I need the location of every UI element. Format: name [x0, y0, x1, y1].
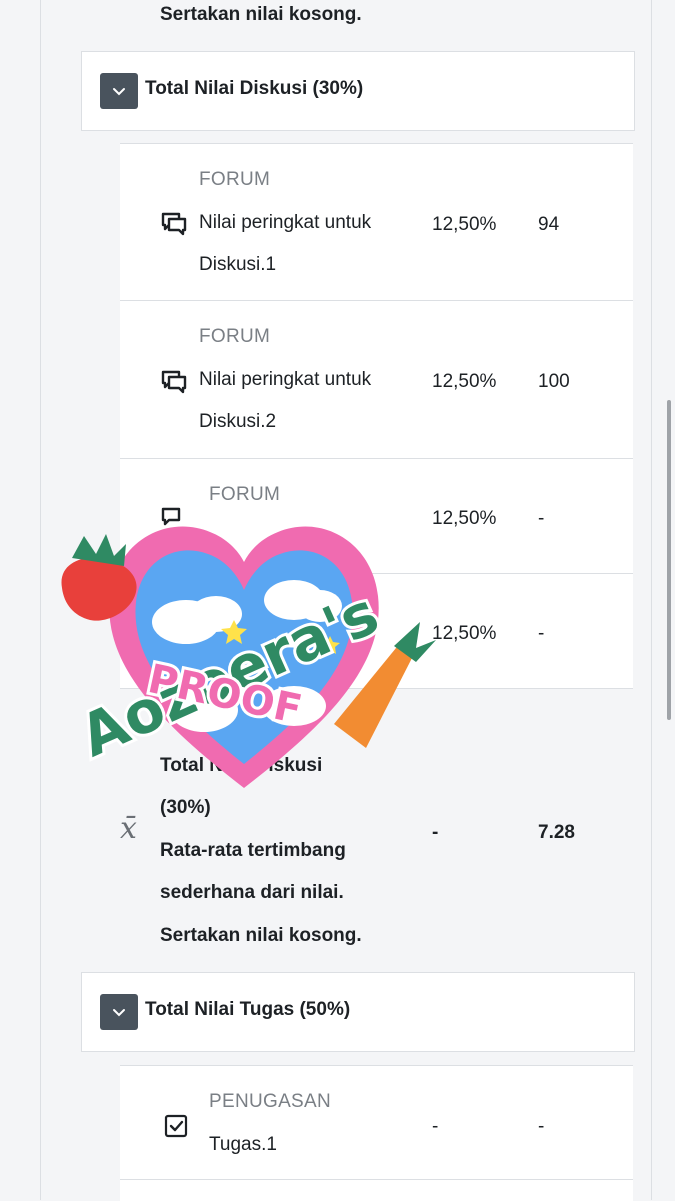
item-type: PENUGASAN: [209, 1091, 332, 1112]
item-grade: -: [538, 1116, 545, 1137]
aggregation-desc-line2: sederhana dari nilai.: [160, 882, 344, 903]
forum-icon: [161, 370, 187, 394]
proof-watermark-sticker: Aozoera's PROOF: [61, 526, 436, 788]
aggregation-desc-line1: Rata-rata tertimbang: [160, 840, 346, 861]
assignment-icon: [164, 1114, 188, 1138]
item-grade: 94: [538, 214, 560, 235]
chevron-down-icon: [113, 88, 125, 96]
chevron-down-icon: [113, 1009, 125, 1017]
item-type: FORUM: [199, 169, 271, 190]
item-name-line1[interactable]: Nilai peringkat untuk: [199, 212, 371, 234]
item-type: FORUM: [199, 326, 271, 347]
grade-item-row[interactable]: PENUGASAN Tugas.1 - -: [120, 1065, 633, 1180]
grade-item-row[interactable]: FORUM Nilai peringkat untuk Diskusi.1 12…: [120, 143, 633, 301]
collapse-toggle-button[interactable]: [100, 73, 138, 109]
grade-item-row[interactable]: [120, 1179, 633, 1201]
item-grade: -: [538, 623, 545, 644]
total-name-line2: (30%): [160, 797, 211, 818]
scrollbar-thumb[interactable]: [667, 400, 671, 720]
category-title: Total Nilai Diskusi (30%): [145, 78, 364, 99]
item-grade: 100: [538, 371, 570, 392]
collapse-toggle-button[interactable]: [100, 994, 138, 1030]
item-weight: 12,50%: [432, 214, 497, 235]
aggregation-desc-line3: Sertakan nilai kosong.: [160, 925, 362, 946]
category-title: Total Nilai Tugas (50%): [145, 999, 351, 1020]
gradebook-page: Sertakan nilai kosong. Total Nilai Disku…: [0, 0, 675, 1201]
item-name-line2[interactable]: Diskusi.2: [199, 411, 276, 433]
total-grade: 7.28: [538, 822, 575, 843]
previous-aggregate-note: Sertakan nilai kosong.: [160, 4, 362, 25]
item-name-line1[interactable]: Nilai peringkat untuk: [199, 369, 371, 391]
item-weight: -: [432, 1116, 439, 1137]
forum-icon: [161, 212, 187, 236]
item-weight: 12,50%: [432, 371, 497, 392]
item-grade: -: [538, 508, 545, 529]
total-weight: -: [432, 822, 439, 843]
mean-icon: x̄: [120, 811, 137, 846]
category-row-tugas[interactable]: Total Nilai Tugas (50%): [81, 972, 635, 1052]
item-name-line2[interactable]: Diskusi.1: [199, 254, 276, 276]
item-name[interactable]: Tugas.1: [209, 1134, 277, 1156]
grade-item-row[interactable]: FORUM Nilai peringkat untuk Diskusi.2 12…: [120, 300, 633, 459]
category-row-diskusi[interactable]: Total Nilai Diskusi (30%): [81, 51, 635, 131]
